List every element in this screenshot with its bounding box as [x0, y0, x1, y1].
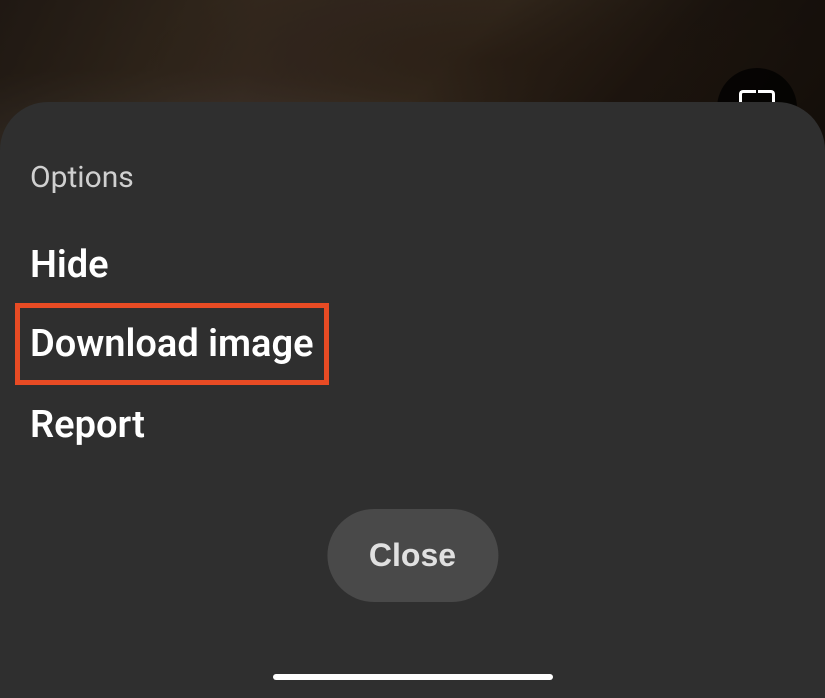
options-sheet: Options Hide Download image Report Close — [0, 102, 825, 698]
option-download-image[interactable]: Download image — [15, 303, 329, 385]
close-button[interactable]: Close — [327, 509, 498, 602]
home-indicator[interactable] — [273, 674, 553, 680]
sheet-title: Options — [30, 160, 795, 195]
option-report[interactable]: Report — [30, 403, 145, 447]
option-hide[interactable]: Hide — [30, 243, 109, 287]
